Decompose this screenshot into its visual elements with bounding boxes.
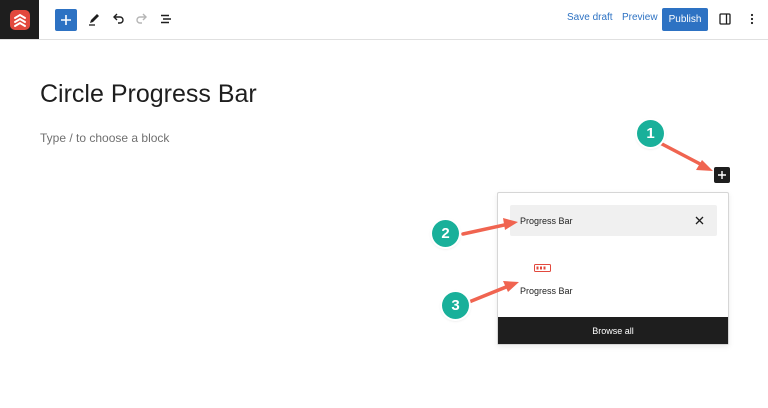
publish-button[interactable]: Publish — [662, 8, 708, 31]
editor-toolbar: Save draft Preview Publish — [0, 0, 768, 40]
site-logo-icon[interactable] — [0, 0, 39, 39]
block-result-label: Progress Bar — [520, 286, 573, 296]
list-view-icon — [161, 14, 171, 24]
step-badge-1: 1 — [637, 120, 664, 147]
undo-button[interactable] — [106, 7, 130, 31]
add-block-button[interactable] — [55, 9, 77, 31]
annotation-arrow-1 — [660, 142, 706, 168]
sidebar-toggle-icon — [719, 13, 731, 25]
pencil-icon — [89, 14, 99, 26]
save-draft-button[interactable]: Save draft — [567, 12, 613, 23]
list-view-button[interactable] — [154, 7, 178, 31]
close-icon — [695, 216, 704, 225]
block-result-progress-bar[interactable]: Progress Bar — [510, 255, 576, 303]
block-search — [510, 205, 717, 236]
block-placeholder[interactable]: Type / to choose a block — [40, 131, 169, 145]
arrow-head-1 — [696, 160, 713, 171]
tools-button[interactable] — [82, 7, 106, 31]
post-title[interactable]: Circle Progress Bar — [40, 80, 257, 109]
clear-search-button[interactable] — [693, 214, 706, 227]
progress-bar-icon — [534, 264, 551, 272]
preview-button[interactable]: Preview — [622, 12, 658, 23]
options-button[interactable] — [740, 7, 764, 31]
more-vertical-icon — [750, 13, 754, 25]
step-badge-3: 3 — [442, 292, 469, 319]
undo-icon — [113, 13, 124, 24]
redo-icon — [136, 13, 147, 24]
browse-all-button[interactable]: Browse all — [498, 317, 728, 344]
redo-button[interactable] — [130, 7, 154, 31]
plus-icon — [718, 171, 726, 179]
inline-inserter-button[interactable] — [714, 167, 730, 183]
block-inserter-popover: Progress Bar Browse all — [497, 192, 729, 345]
block-search-input[interactable] — [510, 205, 680, 236]
step-badge-2: 2 — [432, 220, 459, 247]
settings-button[interactable] — [713, 7, 737, 31]
plus-icon — [61, 15, 71, 25]
